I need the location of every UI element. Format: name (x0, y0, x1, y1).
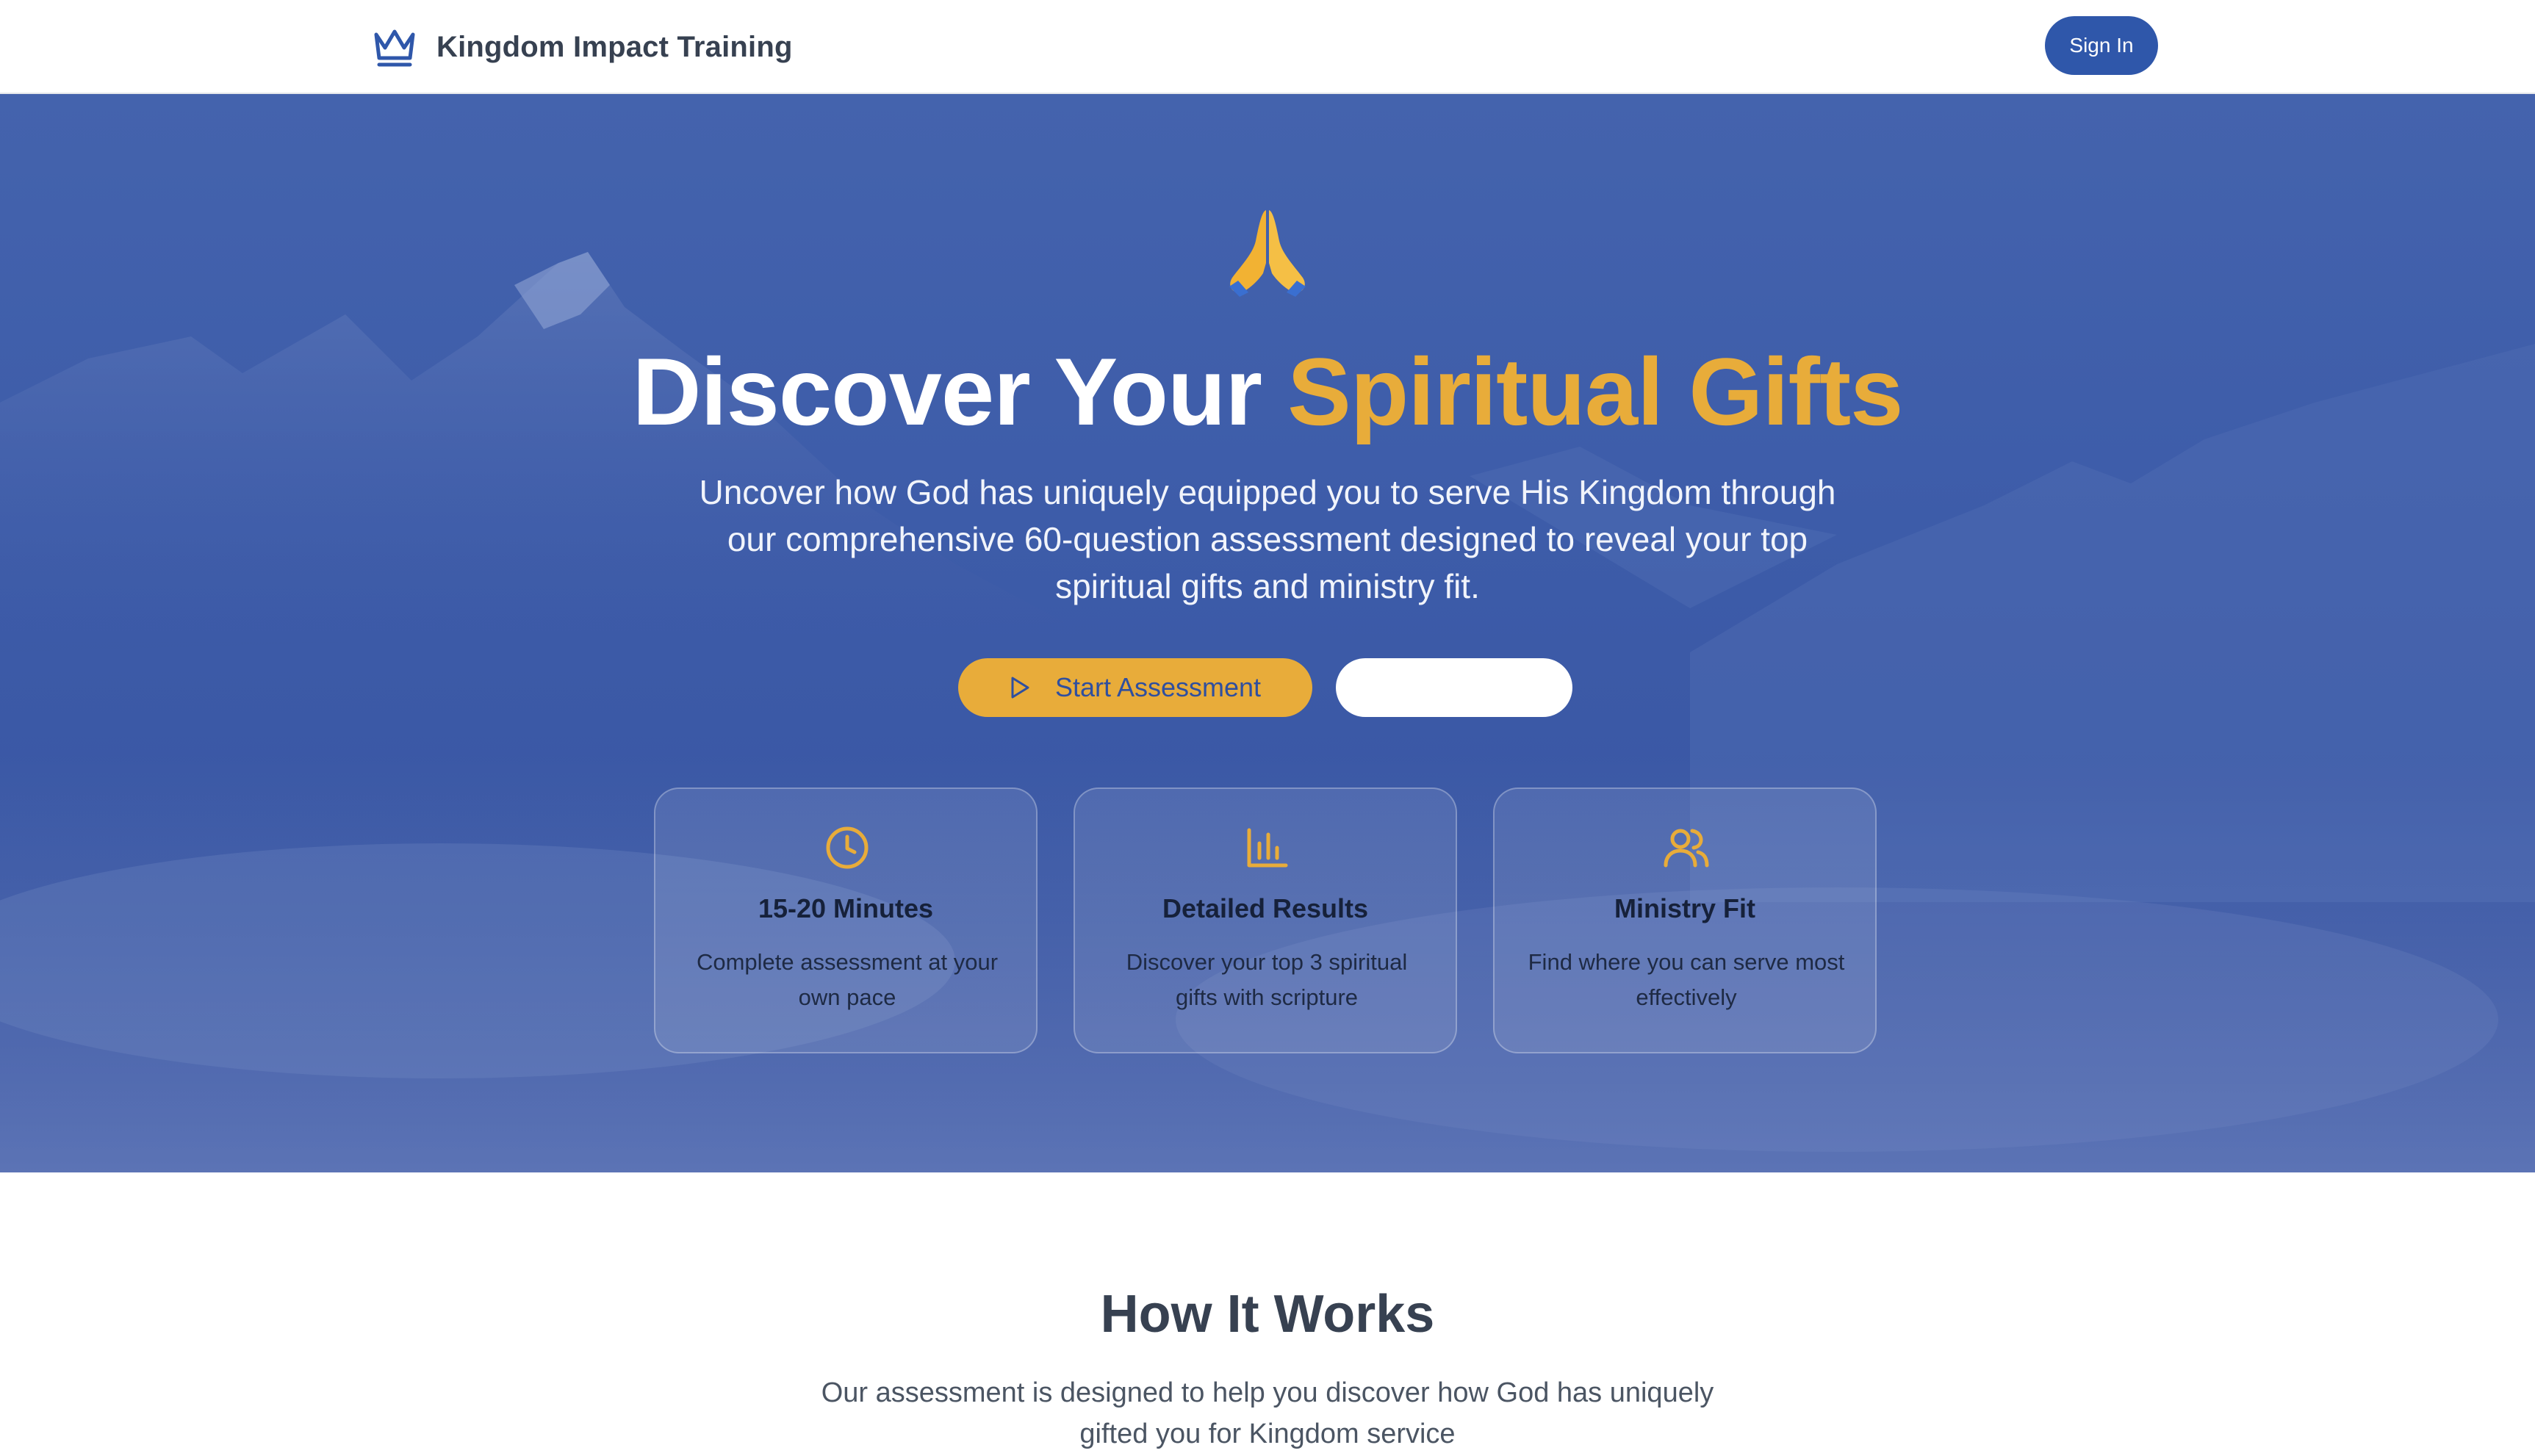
praying-hands-icon (1229, 210, 1306, 297)
feature-title: 15-20 Minutes (758, 893, 934, 923)
brand-logo-link[interactable]: Kingdom Impact Training (372, 22, 793, 72)
how-it-works-subtitle: Our assessment is designed to help you d… (821, 1377, 1714, 1449)
brand-name: Kingdom Impact Training (436, 30, 793, 63)
play-icon (1011, 677, 1029, 699)
feature-card-results: Detailed Results Discover your top 3 spi… (1074, 788, 1457, 1053)
feature-card-ministry-fit: Ministry Fit Find where you can serve mo… (1493, 788, 1877, 1053)
crown-icon (374, 29, 415, 67)
hero-title-accent: Spiritual Gifts (1287, 338, 1903, 445)
start-assessment-label: Start Assessment (1054, 672, 1262, 702)
hero-section: Discover Your Spiritual Gifts Uncover ho… (0, 94, 2535, 1172)
feature-card-duration: 15-20 Minutes Complete assessment at you… (654, 788, 1038, 1053)
sign-in-button[interactable]: Sign In (2045, 16, 2158, 75)
clock-icon (826, 826, 869, 869)
feature-description: Discover your top 3 spiritual gifts with… (1126, 949, 1408, 1010)
feature-description: Complete assessment at your own pace (696, 949, 999, 1010)
hero-title-part1: Discover Your (632, 338, 1288, 445)
hero-subtitle: Uncover how God has uniquely equipped yo… (699, 473, 1836, 605)
hero-title: Discover Your Spiritual Gifts (0, 336, 2535, 447)
users-icon (1664, 829, 1709, 868)
start-assessment-button[interactable]: Start Assessment (958, 658, 1312, 717)
secondary-button[interactable] (1336, 658, 1572, 717)
top-navigation-bar: Kingdom Impact Training Sign In (0, 0, 2535, 94)
feature-title: Ministry Fit (1614, 893, 1755, 923)
feature-description: Find where you can serve most effectivel… (1528, 949, 1845, 1010)
bar-chart-icon (1247, 828, 1288, 868)
feature-title: Detailed Results (1162, 893, 1369, 923)
how-it-works-title: How It Works (1100, 1285, 1435, 1344)
